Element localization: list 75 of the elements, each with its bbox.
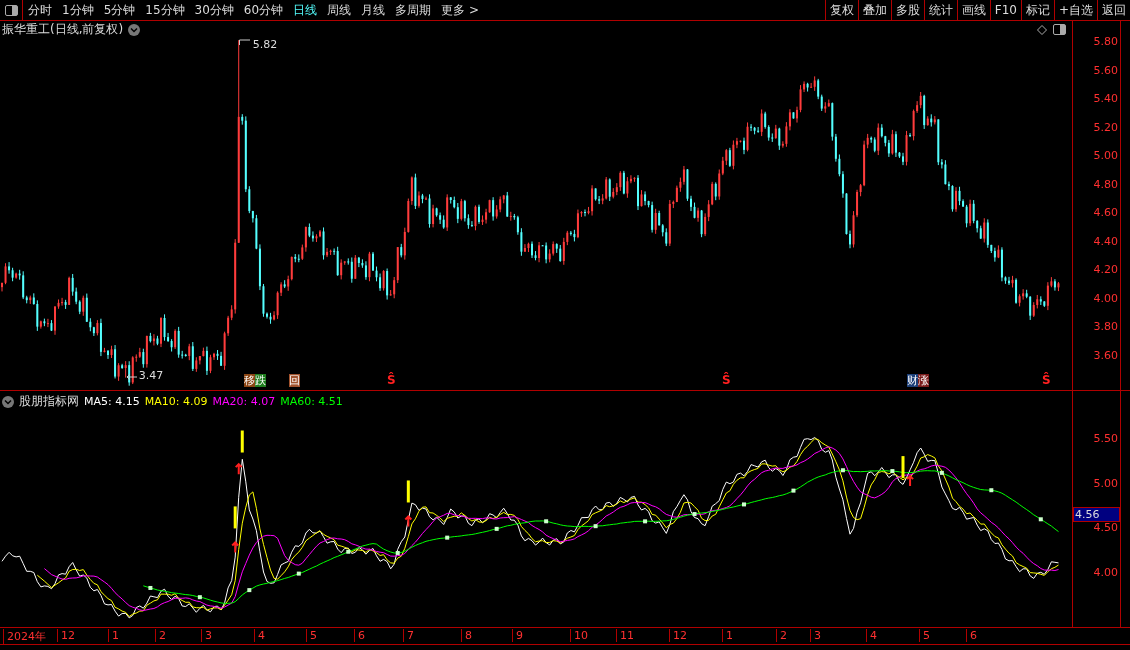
price-tick: 4.60 — [1093, 207, 1118, 220]
month-label: 6 — [966, 629, 977, 642]
period-tab[interactable]: 15分钟 — [140, 0, 190, 20]
price-tick: 5.60 — [1093, 64, 1118, 77]
month-label: 2024年 — [3, 629, 46, 644]
more-button[interactable]: 更多 > — [436, 0, 484, 20]
toolbar-button[interactable]: 返回 — [1097, 0, 1130, 20]
period-tab[interactable]: 60分钟 — [238, 0, 289, 20]
price-tick: 3.60 — [1093, 349, 1118, 362]
price-tick: 3.80 — [1093, 321, 1118, 334]
dropdown-icon[interactable] — [2, 395, 14, 408]
leader-line — [125, 372, 138, 381]
price-tick: 5.20 — [1093, 121, 1118, 134]
price-tick: 4.80 — [1093, 178, 1118, 191]
price-tick: 5.40 — [1093, 93, 1118, 106]
diamond-icon[interactable] — [1037, 24, 1047, 35]
value-tick: 4.50 — [1093, 522, 1118, 535]
month-label: 5 — [919, 629, 930, 642]
moving-average-value: MA20: 4.07 — [212, 395, 276, 408]
toolbar-button[interactable]: F10 — [989, 0, 1021, 20]
signal-marker[interactable]: Ŝ — [722, 373, 731, 387]
month-label: 2 — [155, 629, 166, 642]
moving-average-value: MA60: 4.51 — [280, 395, 343, 408]
toolbar-button[interactable]: 多股 — [890, 0, 924, 20]
month-label: 7 — [403, 629, 414, 642]
indicator-name: 股朋指标网 — [19, 393, 79, 410]
month-label: 8 — [461, 629, 472, 642]
price-tick: 5.00 — [1093, 150, 1118, 163]
month-label: 6 — [354, 629, 365, 642]
period-tab[interactable]: 1分钟 — [57, 0, 99, 20]
price-tick: 4.40 — [1093, 235, 1118, 248]
price-tick: 4.00 — [1093, 292, 1118, 305]
month-label: 3 — [201, 629, 212, 642]
month-label: 5 — [306, 629, 317, 642]
stock-title: 振华重工(日线,前复权) — [2, 21, 124, 38]
period-tab[interactable]: 月线 — [356, 0, 391, 20]
toolbar-button[interactable]: 统计 — [923, 0, 957, 20]
month-label: 9 — [512, 629, 523, 642]
month-label: 12 — [57, 629, 75, 642]
period-tab[interactable]: 周线 — [322, 0, 357, 20]
month-label: 1 — [108, 629, 119, 642]
toolbar-button[interactable]: 画线 — [956, 0, 990, 20]
price-tick: 4.20 — [1093, 264, 1118, 277]
period-tab[interactable]: 分时 — [23, 0, 57, 20]
month-label: 3 — [810, 629, 821, 642]
month-label: 12 — [669, 629, 687, 642]
toolbar-button[interactable]: +自选 — [1053, 0, 1097, 20]
month-label: 2 — [776, 629, 787, 642]
moving-average-value: MA5: 4.15 — [84, 395, 140, 408]
period-tab[interactable]: 30分钟 — [189, 0, 239, 20]
current-value-label: 4.56 — [1073, 507, 1120, 522]
panel-toggle-icon[interactable] — [1052, 22, 1066, 37]
signal-marker[interactable]: Ŝ — [387, 373, 396, 387]
value-tick: 5.50 — [1093, 433, 1118, 445]
month-label: 10 — [570, 629, 588, 642]
toolbar-button[interactable]: 标记 — [1020, 0, 1054, 20]
toolbar-button[interactable]: 叠加 — [857, 0, 891, 20]
period-tab[interactable]: 多周期 — [390, 0, 437, 20]
value-tick: 4.00 — [1093, 566, 1118, 579]
low-price-label: 3.47 — [138, 368, 164, 382]
price-tick: 5.80 — [1093, 36, 1118, 48]
month-label: 4 — [254, 629, 265, 642]
moving-average-value: MA10: 4.09 — [144, 395, 208, 408]
month-label: 4 — [866, 629, 877, 642]
period-tab[interactable]: 日线 — [288, 0, 323, 20]
month-label: 11 — [616, 629, 634, 642]
period-tab[interactable]: 5分钟 — [98, 0, 141, 20]
event-badge[interactable]: 回 — [289, 374, 300, 387]
toolbar-button[interactable]: 复权 — [824, 0, 858, 20]
leader-line — [238, 38, 251, 46]
month-label: 1 — [722, 629, 733, 642]
value-tick: 5.00 — [1093, 477, 1118, 490]
high-price-label: 5.82 — [252, 38, 278, 51]
signal-marker[interactable]: Ŝ — [1042, 373, 1051, 387]
dropdown-icon[interactable] — [128, 23, 141, 36]
